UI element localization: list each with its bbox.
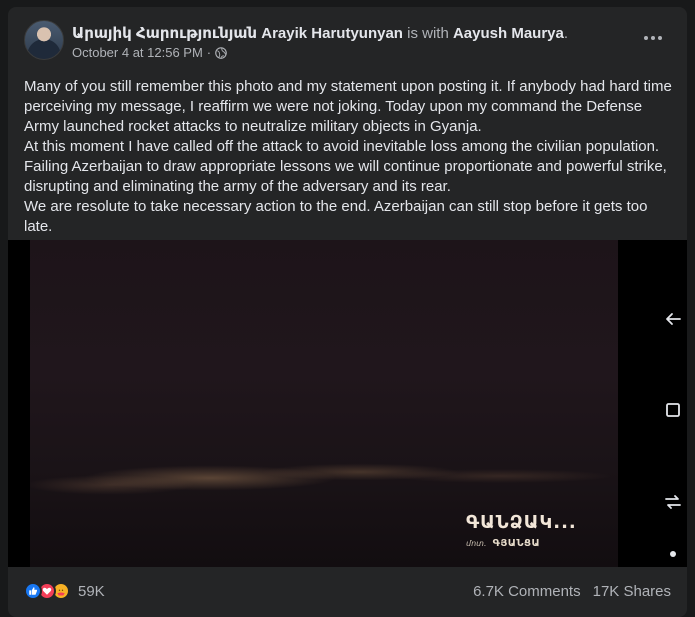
post-body: Many of you still remember this photo an…: [24, 77, 672, 237]
engagement-counts: 6.7K Comments 17K Shares: [473, 583, 671, 600]
post-meta: October 4 at 12:56 PM ·: [72, 45, 568, 60]
author-name-link[interactable]: Արայիկ Հարությունյան Arayik Harutyunyan: [72, 25, 403, 42]
comments-count-link[interactable]: 6.7K Comments: [473, 583, 581, 600]
globe-icon[interactable]: [215, 46, 227, 59]
with-text: is with: [402, 25, 453, 42]
more-icon-dot: [658, 36, 662, 40]
more-icon: [644, 36, 648, 40]
photo-caption-prefix: մոտ․: [466, 539, 487, 548]
post-footer: 59K 6.7K Comments 17K Shares: [24, 575, 671, 607]
post-card: Արայիկ Հարությունյան Arayik Harutyunyan …: [8, 7, 687, 617]
reactions-summary[interactable]: 59K: [24, 582, 105, 600]
shares-count-link[interactable]: 17K Shares: [593, 583, 671, 600]
more-icon-dot: [651, 36, 655, 40]
back-icon[interactable]: [662, 308, 684, 330]
more-options-button[interactable]: [635, 24, 671, 52]
city-lights: [30, 430, 618, 510]
tagged-suffix: .: [563, 25, 569, 42]
post-header: Արայիկ Հարությունյան Arayik Harutyunyan …: [24, 20, 671, 64]
night-city-photo[interactable]: ԳԱՆՁԱԿ... մոտ․ ԳՅԱՆՑԱ: [30, 240, 618, 567]
photo-caption-subtitle: մոտ․ ԳՅԱՆՑԱ: [466, 538, 540, 549]
dot-icon[interactable]: [662, 543, 684, 565]
tagged-person-link[interactable]: Aayush Maurya: [453, 25, 564, 42]
author-line: Արայիկ Հարությունյան Arayik Harutyunyan …: [72, 24, 568, 43]
rotate-icon[interactable]: [662, 491, 684, 513]
post-media[interactable]: ԳԱՆՁԱԿ... մոտ․ ԳՅԱՆՑԱ: [8, 240, 687, 567]
meta-separator: ·: [206, 45, 212, 60]
post-paragraph: At this moment I have called off the att…: [24, 138, 667, 195]
post-header-text: Արայիկ Հարությունյան Arayik Harutyunyan …: [72, 24, 568, 60]
photo-caption-name: ԳՅԱՆՑԱ: [492, 538, 541, 549]
phone-nav-strip: [618, 240, 687, 567]
like-icon: [24, 582, 42, 600]
post-paragraph: We are resolute to take necessary action…: [24, 198, 648, 235]
timestamp-link[interactable]: October 4 at 12:56 PM: [72, 45, 203, 60]
reaction-count: 59K: [78, 582, 105, 600]
photo-caption-title: ԳԱՆՁԱԿ...: [466, 512, 577, 533]
author-avatar[interactable]: [24, 20, 64, 60]
post-paragraph: Many of you still remember this photo an…: [24, 78, 672, 135]
recents-icon[interactable]: [662, 399, 684, 421]
